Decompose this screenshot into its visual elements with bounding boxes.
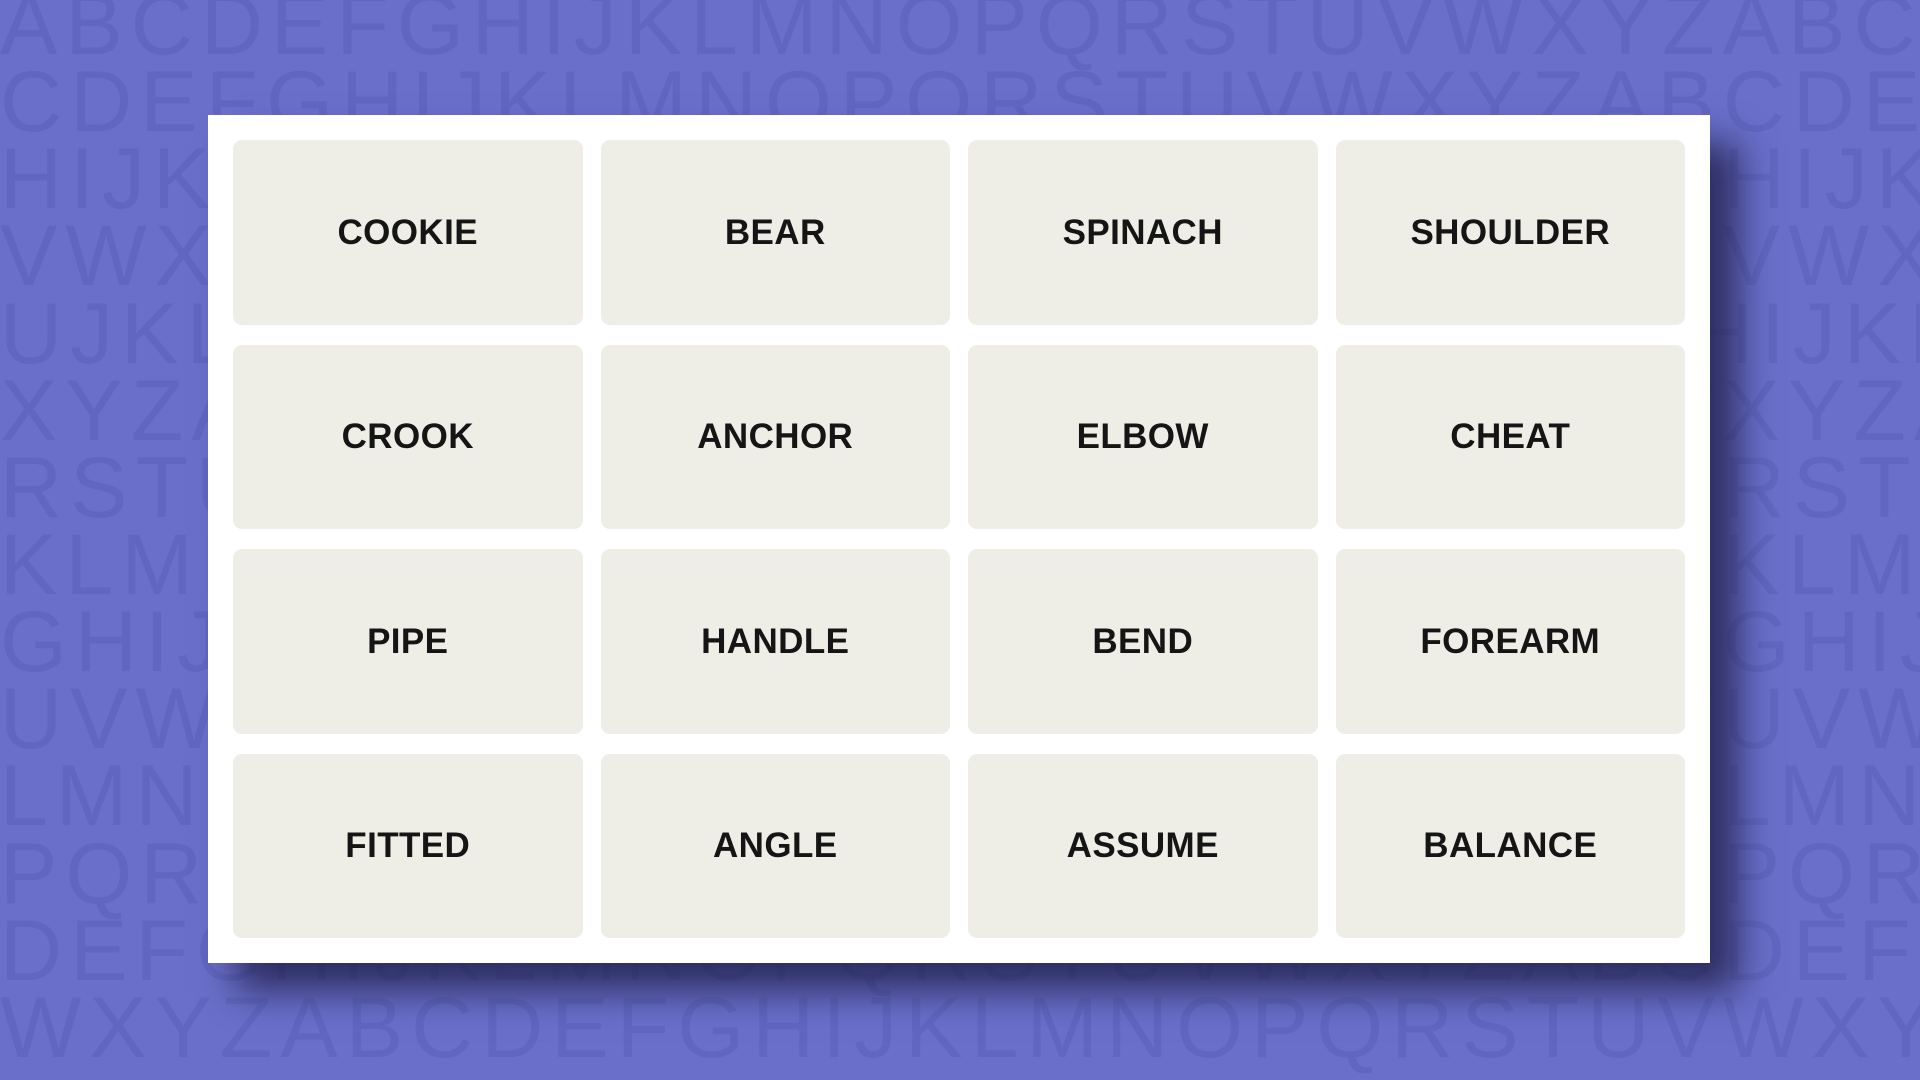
word-tile[interactable]: SHOULDER (1335, 140, 1685, 325)
word-tile[interactable]: ANCHOR (600, 344, 950, 529)
word-tile[interactable]: COOKIE (233, 140, 583, 325)
word-tile[interactable]: FOREARM (1335, 549, 1685, 734)
word-tile-label: HANDLE (701, 621, 850, 661)
word-tile-label: COOKIE (337, 212, 478, 252)
word-tile[interactable]: BEND (968, 549, 1318, 734)
word-tile-label: PIPE (367, 621, 449, 661)
word-tile[interactable]: PIPE (233, 549, 583, 734)
word-tile[interactable]: BALANCE (1335, 753, 1685, 938)
word-tile-label: BEAR (724, 212, 826, 252)
word-tile-label: ASSUME (1066, 826, 1219, 866)
puzzle-card: COOKIE BEAR SPINACH SHOULDER CROOK ANCHOR ELBO… (208, 115, 1710, 963)
word-tile-label: ELBOW (1076, 417, 1209, 457)
word-tile[interactable]: HANDLE (600, 549, 950, 734)
word-tile-label: FITTED (345, 826, 471, 866)
word-tile[interactable]: BEAR (600, 140, 950, 325)
word-tile-label: SHOULDER (1410, 212, 1611, 252)
background-pattern-row: ABCDEFGHIJKLMNOPQRSTUVWXYZABCDEFGHIJKLMN… (0, 0, 1920, 73)
background-pattern-row: WXYZABCDEFGHIJKLMNOPQRSTUVWXYZABCDEFGHIJ… (0, 979, 1920, 1076)
word-tile-label: FOREARM (1420, 621, 1601, 661)
word-tile[interactable]: ANGLE (600, 753, 950, 938)
word-tile[interactable]: ASSUME (968, 753, 1318, 938)
word-tile[interactable]: SPINACH (968, 140, 1318, 325)
word-tile[interactable]: CROOK (233, 344, 583, 529)
word-tile-label: ANGLE (713, 826, 838, 866)
word-tile[interactable]: ELBOW (968, 344, 1318, 529)
word-tile-label: CHEAT (1450, 417, 1571, 457)
word-tile-label: BEND (1092, 621, 1194, 661)
word-tile-label: SPINACH (1062, 212, 1223, 252)
word-tile-grid: COOKIE BEAR SPINACH SHOULDER CROOK ANCHOR ELBO… (233, 140, 1685, 938)
word-tile-label: BALANCE (1423, 826, 1598, 866)
word-tile[interactable]: CHEAT (1335, 344, 1685, 529)
word-tile-label: ANCHOR (697, 417, 854, 457)
word-tile[interactable]: FITTED (233, 753, 583, 938)
word-tile-label: CROOK (341, 417, 474, 457)
